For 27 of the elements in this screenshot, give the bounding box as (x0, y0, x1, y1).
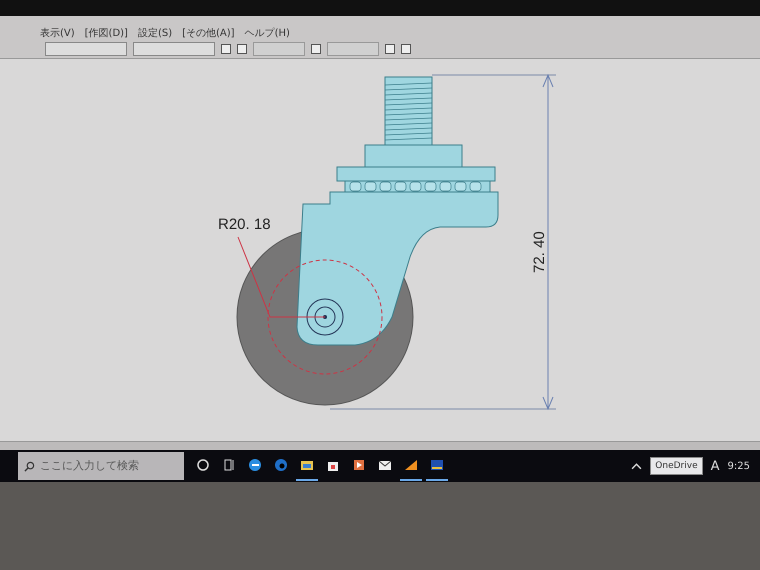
browser-icon (247, 457, 263, 473)
clock[interactable]: 9:25 (728, 460, 750, 472)
menu-item[interactable]: 設定(S) (138, 26, 172, 40)
search-field[interactable]: ここに入力して検索 (18, 452, 184, 480)
checkbox[interactable] (311, 44, 321, 54)
dimension-label: R20. 18 (218, 216, 271, 233)
app-icon (429, 457, 445, 473)
input-field[interactable] (253, 42, 305, 56)
menu-item[interactable]: [作図(D)] (84, 26, 128, 40)
chevron-up-icon[interactable] (631, 460, 642, 472)
menu-item[interactable]: 表示(V) (40, 26, 75, 40)
app-icon (403, 457, 419, 473)
media-icon (351, 457, 367, 473)
tooltip: OneDrive (650, 457, 703, 475)
menu-item[interactable]: [その他(A)] (182, 26, 235, 40)
dropdown[interactable] (133, 42, 215, 56)
checkbox[interactable] (401, 44, 411, 54)
menu-item[interactable]: ヘルプ(H) (244, 26, 290, 40)
input-field[interactable] (327, 42, 379, 56)
checkbox[interactable] (221, 44, 231, 54)
cortana-icon (195, 457, 211, 473)
dropdown[interactable] (45, 42, 127, 56)
checkbox[interactable] (385, 44, 395, 54)
browser-icon (273, 457, 289, 473)
ime-indicator[interactable]: A (710, 458, 720, 474)
dimension-label: 72. 40 (531, 231, 548, 273)
checkbox[interactable] (237, 44, 247, 54)
